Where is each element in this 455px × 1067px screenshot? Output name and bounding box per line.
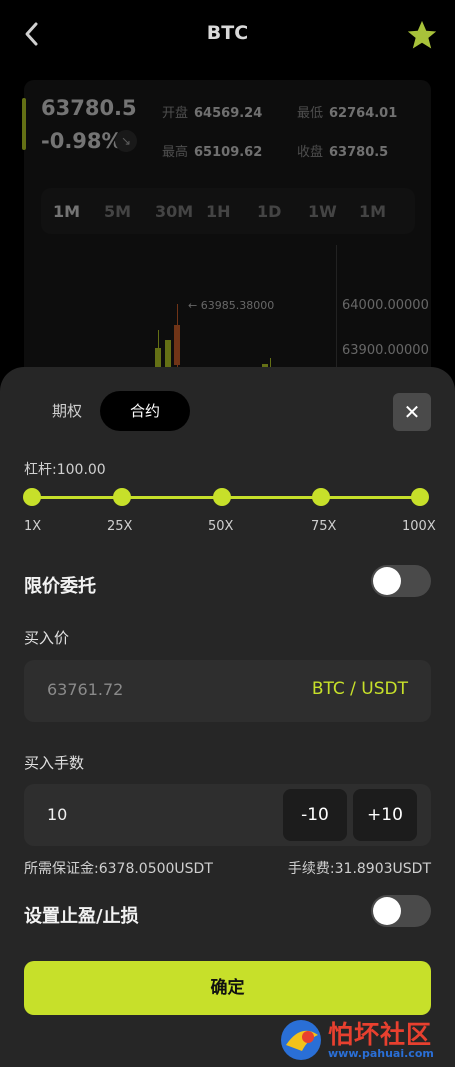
tick-label: 25X bbox=[107, 519, 133, 534]
toggle-knob bbox=[373, 567, 401, 595]
trend-down-icon: ↘ bbox=[115, 130, 137, 152]
limit-order-label: 限价委托 bbox=[24, 576, 96, 597]
period-30m[interactable]: 30M bbox=[155, 202, 206, 221]
price-unit: BTC / USDT bbox=[311, 679, 408, 699]
tick-label: 50X bbox=[208, 519, 234, 534]
buy-price-field[interactable]: 63761.72 BTC / USDT bbox=[24, 660, 431, 722]
stat-low: 最低 62764.01 bbox=[297, 106, 398, 121]
favorite-star-icon[interactable] bbox=[405, 18, 439, 52]
watermark: 怕坏社区 www.pahuai.com bbox=[278, 1015, 450, 1065]
accent-bar bbox=[22, 98, 26, 150]
price-change: -0.98% bbox=[41, 129, 123, 153]
required-margin: 所需保证金:6378.0500USDT bbox=[24, 861, 213, 877]
stop-loss-label: 设置止盈/止损 bbox=[24, 906, 139, 927]
fee: 手续费:31.8903USDT bbox=[287, 861, 431, 877]
last-price: 63780.5 bbox=[41, 96, 137, 120]
leverage-stop-50x[interactable] bbox=[213, 488, 231, 506]
y-label-top: 64000.00000 bbox=[342, 298, 429, 313]
tab-options[interactable]: 期权 bbox=[34, 391, 100, 431]
period-selector: 1M 5M 30M 1H 1D 1W 1M bbox=[41, 188, 415, 234]
watermark-title: 怕坏社区 bbox=[328, 1020, 433, 1049]
limit-order-toggle[interactable] bbox=[371, 565, 431, 597]
buy-qty-input[interactable]: 10 bbox=[47, 805, 67, 824]
leverage-stop-75x[interactable] bbox=[312, 488, 330, 506]
leverage-stop-1x[interactable] bbox=[23, 488, 41, 506]
period-1h[interactable]: 1H bbox=[206, 202, 257, 221]
leverage-stop-100x[interactable] bbox=[411, 488, 429, 506]
period-1mo[interactable]: 1M bbox=[359, 202, 410, 221]
candle bbox=[174, 325, 180, 365]
buy-qty-label: 买入手数 bbox=[24, 754, 85, 772]
tick-label: 1X bbox=[24, 519, 42, 534]
close-button[interactable]: ✕ bbox=[393, 393, 431, 431]
stat-close: 收盘 63780.5 bbox=[297, 145, 389, 160]
buy-price-label: 买入价 bbox=[24, 629, 70, 647]
buy-price-input[interactable]: 63761.72 bbox=[47, 680, 123, 699]
order-type-tabs: 期权 合约 bbox=[34, 391, 191, 431]
watermark-url: www.pahuai.com bbox=[328, 1047, 434, 1060]
toggle-knob bbox=[373, 897, 401, 925]
header: BTC bbox=[0, 0, 455, 70]
tick-label: 100X bbox=[402, 519, 436, 534]
period-1d[interactable]: 1D bbox=[257, 202, 308, 221]
confirm-button[interactable]: 确定 bbox=[24, 961, 431, 1015]
stat-high: 最高 65109.62 bbox=[162, 145, 263, 160]
chart-axis bbox=[336, 245, 337, 375]
close-icon: ✕ bbox=[403, 400, 421, 424]
decrease-qty-button[interactable]: -10 bbox=[283, 789, 347, 841]
leverage-label: 杠杆:100.00 bbox=[24, 462, 106, 478]
tab-contract[interactable]: 合约 bbox=[100, 391, 191, 431]
candle bbox=[155, 348, 161, 368]
watermark-logo-icon bbox=[281, 1020, 321, 1060]
buy-qty-field[interactable]: 10 -10 +10 bbox=[24, 784, 431, 846]
candle bbox=[165, 340, 171, 368]
stop-loss-toggle[interactable] bbox=[371, 895, 431, 927]
peak-label: ← 63985.38000 bbox=[188, 299, 275, 312]
leverage-stop-25x[interactable] bbox=[113, 488, 131, 506]
period-1m[interactable]: 1M bbox=[53, 202, 104, 221]
stat-open: 开盘 64569.24 bbox=[162, 106, 263, 121]
page-title: BTC bbox=[206, 22, 249, 44]
period-1w[interactable]: 1W bbox=[308, 202, 359, 221]
y-label-mid: 63900.00000 bbox=[342, 343, 429, 358]
period-5m[interactable]: 5M bbox=[104, 202, 155, 221]
increase-qty-button[interactable]: +10 bbox=[353, 789, 417, 841]
tick-label: 75X bbox=[311, 519, 337, 534]
